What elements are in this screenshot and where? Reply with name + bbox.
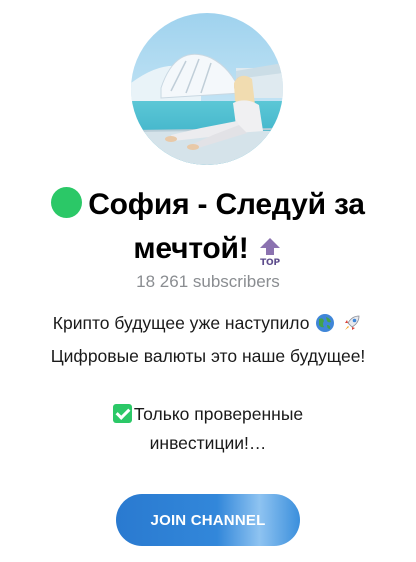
description-line-2: Цифровые валюты это наше будущее!: [50, 346, 366, 366]
channel-preview-card: София - Следуй за мечтой! TOP 18 261 subs…: [0, 0, 416, 562]
subscriber-count: 18 261 subscribers: [136, 272, 280, 291]
globe-icon: [315, 313, 335, 342]
channel-avatar: [131, 13, 283, 165]
description-spacer: [10, 371, 406, 400]
channel-title-text: София - Следуй за мечтой!: [88, 188, 365, 265]
rocket-icon: [342, 313, 362, 342]
description-line-3: Только проверенные: [10, 400, 406, 429]
description-line-1: Крипто будущее уже наступило: [10, 309, 406, 342]
channel-title: София - Следуй за мечтой! TOP: [20, 183, 396, 279]
check-mark-icon: [112, 404, 132, 423]
green-circle-icon: [51, 187, 83, 218]
channel-description: Крипто будущее уже наступило Цифровые ва…: [10, 309, 406, 458]
join-channel-button[interactable]: JOIN CHANNEL: [116, 494, 300, 546]
description-line-4: инвестиции!…: [149, 433, 267, 453]
avatar-photo: [131, 13, 283, 165]
svg-text:TOP: TOP: [260, 258, 280, 266]
